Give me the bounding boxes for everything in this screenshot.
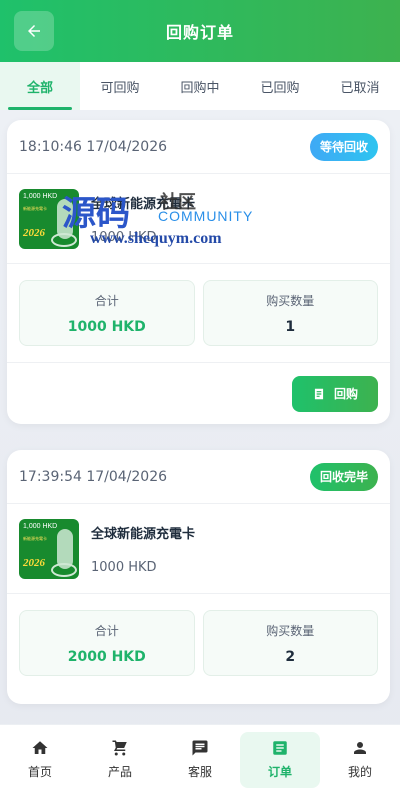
order-time: 18:10:46 17/04/2026 [19, 138, 168, 155]
nav-products-label: 产品 [107, 765, 132, 779]
back-button[interactable] [14, 11, 54, 51]
tab-buyback-in-progress[interactable]: 回购中 [160, 62, 240, 110]
nav-profile[interactable]: 我的 [320, 732, 400, 788]
page-title: 回购订单 [165, 23, 234, 42]
buyback-button[interactable]: 回购 [292, 375, 378, 412]
nav-support[interactable]: 客服 [160, 732, 240, 788]
order-card: 17:39:54 17/04/2026 回收完毕 1,000 HKD 新能源充電… [7, 450, 390, 704]
home-icon [32, 741, 48, 754]
status-tabs: 全部 可回购 回购中 已回购 已取消 [0, 62, 400, 110]
nav-home[interactable]: 首页 [0, 732, 80, 788]
quantity-box: 购买数量 1 [202, 280, 378, 346]
tab-cancelled[interactable]: 已取消 [320, 62, 400, 110]
nav-profile-label: 我的 [347, 765, 372, 779]
tab-all[interactable]: 全部 [0, 62, 80, 110]
product-name: 全球新能源充電卡 [91, 196, 196, 212]
total-box: 合计 2000 HKD [19, 610, 195, 676]
product-name: 全球新能源充電卡 [91, 526, 196, 542]
product-price: 1000 HKD [91, 229, 157, 245]
nav-orders-label: 订单 [267, 765, 292, 779]
status-badge: 回收完毕 [309, 462, 378, 491]
order-icon [273, 741, 287, 755]
nav-products[interactable]: 产品 [80, 732, 160, 788]
nav-orders[interactable]: 订单 [240, 731, 320, 788]
document-icon [314, 388, 324, 399]
product-image: 1,000 HKD 新能源充電卡 2026 [19, 518, 79, 579]
total-value: 2000 HKD [67, 648, 146, 665]
product-image: 1,000 HKD 新能源充電卡 2026 [19, 188, 79, 249]
order-card: 18:10:46 17/04/2026 等待回收 1,000 HKD 新能源充電… [7, 120, 390, 424]
order-header: 17:39:54 17/04/2026 回收完毕 [7, 450, 390, 504]
product-row: 1,000 HKD 新能源充電卡 2026 全球新能源充電卡 1000 HKD [7, 504, 390, 594]
order-actions: 回购 [7, 362, 390, 424]
app-header: 回购订单 [0, 0, 400, 62]
quantity-label: 购买数量 [266, 293, 315, 308]
total-label: 合计 [94, 293, 119, 308]
cart-icon [112, 740, 127, 756]
tab-bought-back[interactable]: 已回购 [240, 62, 320, 110]
product-row: 1,000 HKD 新能源充電卡 2026 全球新能源充電卡 1000 HKD [7, 174, 390, 264]
order-header: 18:10:46 17/04/2026 等待回收 [7, 120, 390, 174]
quantity-box: 购买数量 2 [202, 610, 378, 676]
product-price: 1000 HKD [91, 559, 157, 575]
status-badge: 等待回收 [309, 132, 378, 161]
order-stats: 合计 1000 HKD 购买数量 1 [7, 264, 390, 362]
quantity-value: 2 [285, 648, 296, 665]
chat-icon [192, 740, 208, 756]
quantity-label: 购买数量 [266, 623, 315, 638]
quantity-value: 1 [285, 318, 296, 335]
total-value: 1000 HKD [67, 318, 146, 335]
arrow-left-icon [28, 25, 40, 37]
total-label: 合计 [94, 623, 119, 638]
buyback-label: 回购 [333, 387, 358, 401]
bottom-nav: 首页 产品 客服 订单 我的 [0, 724, 400, 794]
order-stats: 合计 2000 HKD 购买数量 2 [7, 594, 390, 704]
total-box: 合计 1000 HKD [19, 280, 195, 346]
tab-buyback-available[interactable]: 可回购 [80, 62, 160, 110]
nav-home-label: 首页 [27, 765, 52, 779]
person-icon [354, 742, 366, 754]
nav-support-label: 客服 [187, 765, 212, 779]
order-time: 17:39:54 17/04/2026 [19, 468, 168, 485]
